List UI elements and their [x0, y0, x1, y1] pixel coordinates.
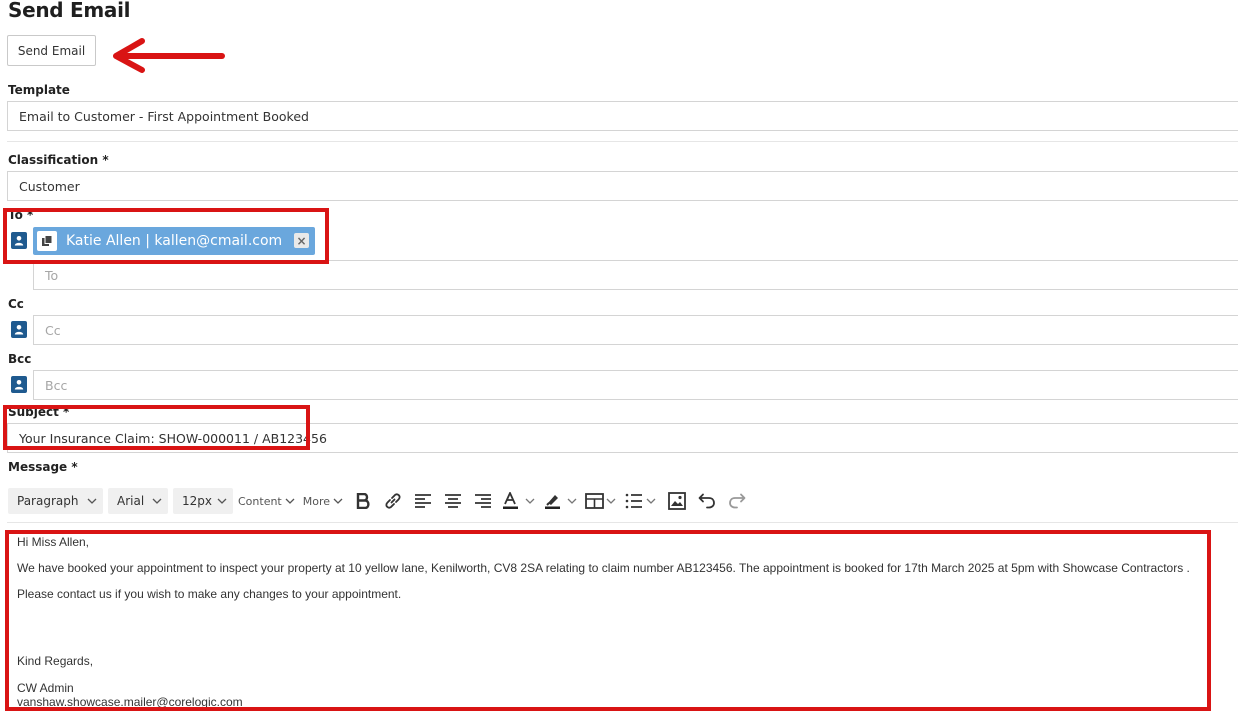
annotation-box-message	[5, 530, 1211, 711]
more-menu-label: More	[302, 494, 331, 508]
bcc-placeholder: Bcc	[45, 377, 68, 393]
content-menu-label: Content	[238, 494, 282, 508]
content-menu[interactable]: Content	[238, 495, 295, 508]
bold-icon[interactable]	[351, 489, 375, 513]
chevron-down-icon	[333, 498, 343, 504]
more-menu[interactable]: More	[303, 495, 343, 508]
list-icon[interactable]	[625, 489, 659, 513]
editor-toolbar: Paragraph Arial 12px Content More	[8, 484, 755, 518]
align-center-icon[interactable]	[441, 489, 465, 513]
divider	[7, 141, 1238, 142]
chevron-down-icon	[285, 498, 295, 504]
align-left-icon[interactable]	[411, 489, 435, 513]
font-size-select[interactable]: 12px	[173, 488, 233, 514]
font-size-value: 12px	[182, 494, 212, 508]
classification-value: Customer	[19, 178, 80, 194]
font-family-select[interactable]: Arial	[108, 488, 168, 514]
link-icon[interactable]	[381, 489, 405, 513]
message-label: Message *	[8, 460, 78, 474]
bcc-label: Bcc	[8, 352, 32, 366]
block-format-value: Paragraph	[17, 494, 79, 508]
align-right-icon[interactable]	[471, 489, 495, 513]
address-book-icon[interactable]	[11, 321, 27, 338]
highlight-icon[interactable]	[543, 489, 579, 513]
chevron-down-icon	[87, 498, 97, 504]
cc-input[interactable]: Cc	[33, 315, 1238, 345]
redo-icon[interactable]	[725, 489, 749, 513]
classification-select[interactable]: Customer	[7, 171, 1238, 201]
table-icon[interactable]	[585, 489, 619, 513]
cc-label: Cc	[8, 297, 24, 311]
font-family-value: Arial	[117, 494, 145, 508]
template-value: Email to Customer - First Appointment Bo…	[19, 108, 309, 124]
template-label: Template	[8, 83, 70, 97]
undo-icon[interactable]	[695, 489, 719, 513]
cc-placeholder: Cc	[45, 322, 61, 338]
chevron-down-icon	[152, 498, 162, 504]
annotation-arrow	[113, 38, 225, 73]
page-title: Send Email	[8, 0, 131, 22]
text-color-icon[interactable]	[501, 489, 537, 513]
image-icon[interactable]	[665, 489, 689, 513]
send-email-button[interactable]: Send Email	[7, 35, 96, 66]
address-book-icon[interactable]	[11, 376, 27, 393]
annotation-box-to	[3, 208, 329, 264]
classification-label: Classification *	[8, 153, 109, 167]
bcc-input[interactable]: Bcc	[33, 370, 1238, 400]
to-placeholder: To	[45, 267, 59, 283]
annotation-box-subject	[3, 405, 310, 450]
template-select[interactable]: Email to Customer - First Appointment Bo…	[7, 101, 1238, 131]
chevron-down-icon	[217, 498, 227, 504]
to-input[interactable]: To	[33, 260, 1238, 290]
block-format-select[interactable]: Paragraph	[8, 488, 103, 514]
